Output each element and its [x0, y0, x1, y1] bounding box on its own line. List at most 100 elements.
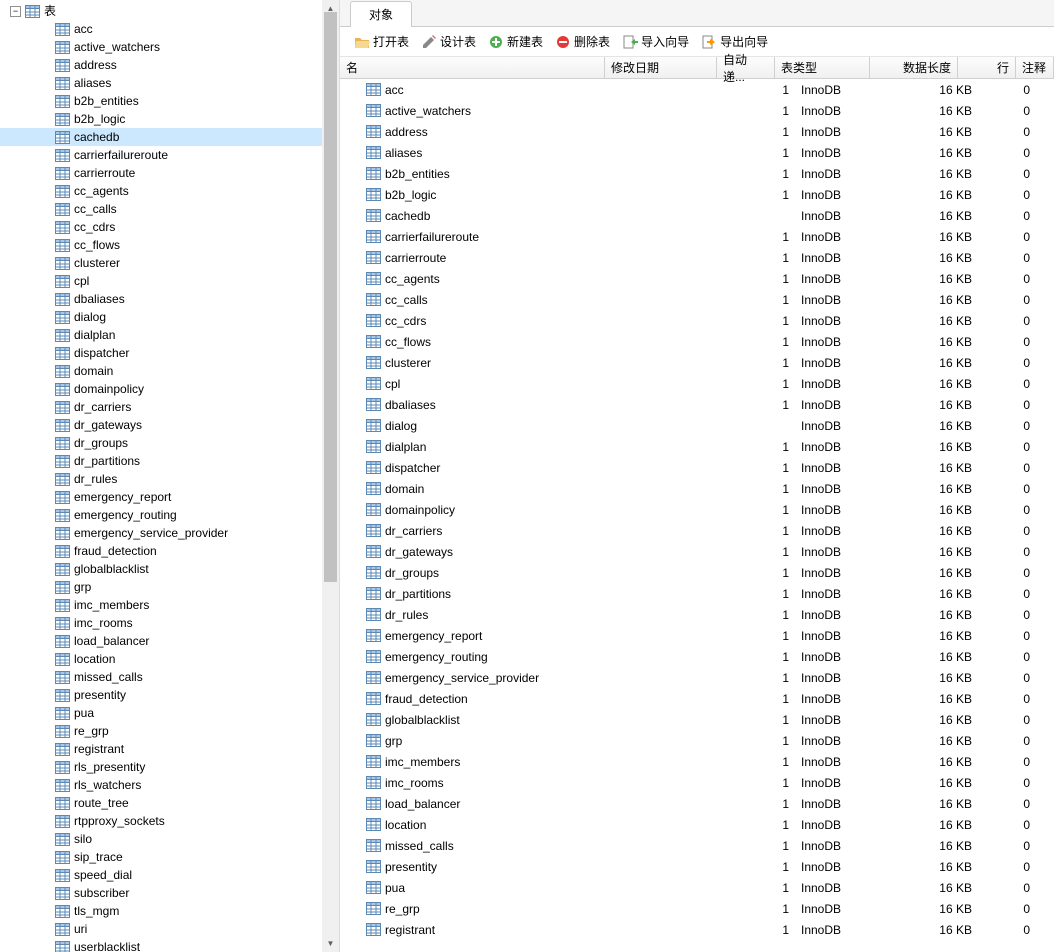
table-row[interactable]: fraud_detection1InnoDB16 KB0: [340, 688, 1054, 709]
table-row[interactable]: dialogInnoDB16 KB0: [340, 415, 1054, 436]
table-row[interactable]: cachedbInnoDB16 KB0: [340, 205, 1054, 226]
tree-item-carrierroute[interactable]: carrierroute: [0, 164, 322, 182]
scrollbar-thumb[interactable]: [324, 12, 337, 582]
table-row[interactable]: grp1InnoDB16 KB0: [340, 730, 1054, 751]
table-row[interactable]: domain1InnoDB16 KB0: [340, 478, 1054, 499]
table-row[interactable]: registrant1InnoDB16 KB0: [340, 919, 1054, 940]
table-row[interactable]: carrierfailureroute1InnoDB16 KB0: [340, 226, 1054, 247]
tree-item-pua[interactable]: pua: [0, 704, 322, 722]
tree-item-domainpolicy[interactable]: domainpolicy: [0, 380, 322, 398]
new-table-button[interactable]: 新建表: [482, 31, 549, 52]
tree-item-dr_carriers[interactable]: dr_carriers: [0, 398, 322, 416]
tree-item-registrant[interactable]: registrant: [0, 740, 322, 758]
tree-item-dialplan[interactable]: dialplan: [0, 326, 322, 344]
tree-item-route_tree[interactable]: route_tree: [0, 794, 322, 812]
tree-item-load_balancer[interactable]: load_balancer: [0, 632, 322, 650]
tree-item-sip_trace[interactable]: sip_trace: [0, 848, 322, 866]
table-row[interactable]: active_watchers1InnoDB16 KB0: [340, 100, 1054, 121]
table-row[interactable]: imc_members1InnoDB16 KB0: [340, 751, 1054, 772]
collapse-icon[interactable]: −: [10, 6, 21, 17]
table-row[interactable]: aliases1InnoDB16 KB0: [340, 142, 1054, 163]
column-header-rows[interactable]: 行: [958, 57, 1016, 78]
table-row[interactable]: globalblacklist1InnoDB16 KB0: [340, 709, 1054, 730]
tree-item-dr_rules[interactable]: dr_rules: [0, 470, 322, 488]
tree-item-rls_presentity[interactable]: rls_presentity: [0, 758, 322, 776]
table-row[interactable]: pua1InnoDB16 KB0: [340, 877, 1054, 898]
tree-item-domain[interactable]: domain: [0, 362, 322, 380]
table-row[interactable]: dr_rules1InnoDB16 KB0: [340, 604, 1054, 625]
tree-item-imc_members[interactable]: imc_members: [0, 596, 322, 614]
table-row[interactable]: acc1InnoDB16 KB0: [340, 79, 1054, 100]
tree-item-missed_calls[interactable]: missed_calls: [0, 668, 322, 686]
tree-item-dbaliases[interactable]: dbaliases: [0, 290, 322, 308]
tree-item-speed_dial[interactable]: speed_dial: [0, 866, 322, 884]
table-row[interactable]: cc_agents1InnoDB16 KB0: [340, 268, 1054, 289]
tree-item-tls_mgm[interactable]: tls_mgm: [0, 902, 322, 920]
tree-item-cpl[interactable]: cpl: [0, 272, 322, 290]
tree-item-active_watchers[interactable]: active_watchers: [0, 38, 322, 56]
table-row[interactable]: dr_partitions1InnoDB16 KB0: [340, 583, 1054, 604]
table-row[interactable]: cpl1InnoDB16 KB0: [340, 373, 1054, 394]
column-header-modified[interactable]: 修改日期: [605, 57, 717, 78]
tree-item-cc_agents[interactable]: cc_agents: [0, 182, 322, 200]
table-row[interactable]: re_grp1InnoDB16 KB0: [340, 898, 1054, 919]
table-row[interactable]: presentity1InnoDB16 KB0: [340, 856, 1054, 877]
tree-item-rls_watchers[interactable]: rls_watchers: [0, 776, 322, 794]
table-row[interactable]: emergency_routing1InnoDB16 KB0: [340, 646, 1054, 667]
tree-item-fraud_detection[interactable]: fraud_detection: [0, 542, 322, 560]
tree-item-rtpproxy_sockets[interactable]: rtpproxy_sockets: [0, 812, 322, 830]
table-row[interactable]: dbaliases1InnoDB16 KB0: [340, 394, 1054, 415]
import-wizard-button[interactable]: 导入向导: [616, 31, 695, 52]
table-row[interactable]: clusterer1InnoDB16 KB0: [340, 352, 1054, 373]
table-row[interactable]: dr_groups1InnoDB16 KB0: [340, 562, 1054, 583]
tree-item-globalblacklist[interactable]: globalblacklist: [0, 560, 322, 578]
table-row[interactable]: emergency_service_provider1InnoDB16 KB0: [340, 667, 1054, 688]
tree-item-b2b_entities[interactable]: b2b_entities: [0, 92, 322, 110]
table-row[interactable]: dialplan1InnoDB16 KB0: [340, 436, 1054, 457]
tree-item-carrierfailureroute[interactable]: carrierfailureroute: [0, 146, 322, 164]
column-header-auto[interactable]: 自动递...: [717, 57, 775, 78]
tree-item-userblacklist[interactable]: userblacklist: [0, 938, 322, 952]
table-row[interactable]: imc_rooms1InnoDB16 KB0: [340, 772, 1054, 793]
tree-root-tables[interactable]: − 表: [0, 2, 322, 20]
tree-item-dr_partitions[interactable]: dr_partitions: [0, 452, 322, 470]
tree-item-re_grp[interactable]: re_grp: [0, 722, 322, 740]
tree-item-imc_rooms[interactable]: imc_rooms: [0, 614, 322, 632]
tree-item-dialog[interactable]: dialog: [0, 308, 322, 326]
export-wizard-button[interactable]: 导出向导: [695, 31, 774, 52]
scroll-down-icon[interactable]: ▼: [322, 935, 339, 952]
table-row[interactable]: dr_carriers1InnoDB16 KB0: [340, 520, 1054, 541]
table-row[interactable]: cc_calls1InnoDB16 KB0: [340, 289, 1054, 310]
tree-item-aliases[interactable]: aliases: [0, 74, 322, 92]
tree-item-emergency_report[interactable]: emergency_report: [0, 488, 322, 506]
table-row[interactable]: domainpolicy1InnoDB16 KB0: [340, 499, 1054, 520]
tree-item-emergency_service_provider[interactable]: emergency_service_provider: [0, 524, 322, 542]
table-row[interactable]: b2b_logic1InnoDB16 KB0: [340, 184, 1054, 205]
tab-objects[interactable]: 对象: [350, 1, 412, 27]
open-table-button[interactable]: 打开表: [348, 31, 415, 52]
tree-item-grp[interactable]: grp: [0, 578, 322, 596]
tree-item-address[interactable]: address: [0, 56, 322, 74]
table-row[interactable]: missed_calls1InnoDB16 KB0: [340, 835, 1054, 856]
table-row[interactable]: location1InnoDB16 KB0: [340, 814, 1054, 835]
tree-item-dr_gateways[interactable]: dr_gateways: [0, 416, 322, 434]
column-header-name[interactable]: 名: [340, 57, 605, 78]
tree-item-cachedb[interactable]: cachedb: [0, 128, 322, 146]
tree-item-uri[interactable]: uri: [0, 920, 322, 938]
tree-item-b2b_logic[interactable]: b2b_logic: [0, 110, 322, 128]
table-row[interactable]: address1InnoDB16 KB0: [340, 121, 1054, 142]
table-row[interactable]: cc_cdrs1InnoDB16 KB0: [340, 310, 1054, 331]
column-header-length[interactable]: 数据长度: [870, 57, 958, 78]
tree-item-presentity[interactable]: presentity: [0, 686, 322, 704]
table-row[interactable]: emergency_report1InnoDB16 KB0: [340, 625, 1054, 646]
tree-item-cc_flows[interactable]: cc_flows: [0, 236, 322, 254]
tree-item-cc_calls[interactable]: cc_calls: [0, 200, 322, 218]
tree-item-dr_groups[interactable]: dr_groups: [0, 434, 322, 452]
column-header-type[interactable]: 表类型: [775, 57, 870, 78]
table-row[interactable]: cc_flows1InnoDB16 KB0: [340, 331, 1054, 352]
tree-item-silo[interactable]: silo: [0, 830, 322, 848]
tree-item-dispatcher[interactable]: dispatcher: [0, 344, 322, 362]
tree-item-subscriber[interactable]: subscriber: [0, 884, 322, 902]
table-row[interactable]: carrierroute1InnoDB16 KB0: [340, 247, 1054, 268]
sidebar-scrollbar[interactable]: ▲ ▼: [322, 0, 339, 952]
